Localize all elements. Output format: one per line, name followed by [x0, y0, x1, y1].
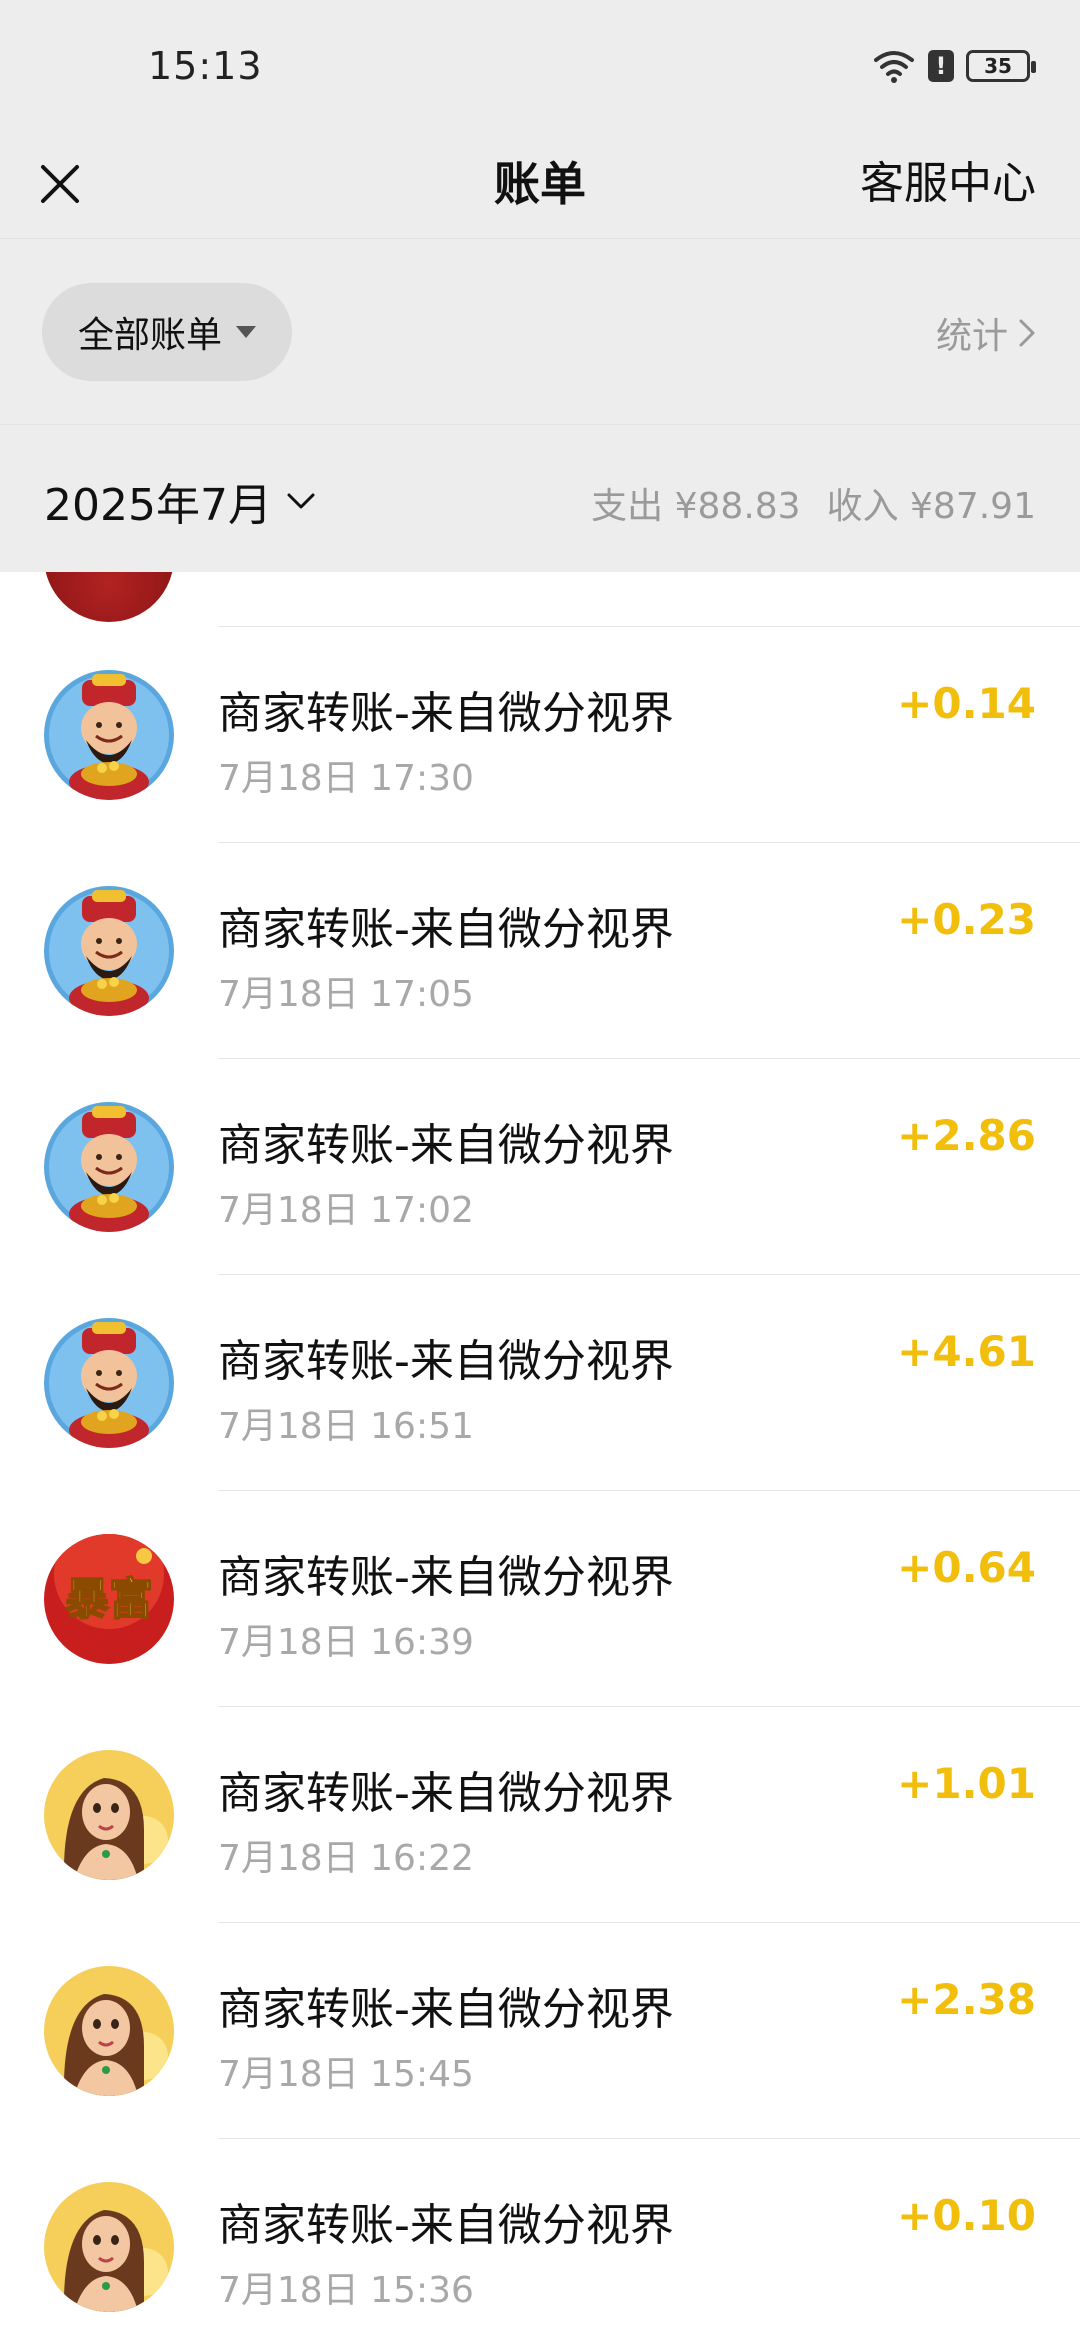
transaction-list[interactable]: 商家转账-来自微分视界 7月18日 17:30 +0.14 商家转账-来自微分视界 7…: [0, 572, 1080, 2340]
stats-label: 统计: [935, 316, 1008, 357]
transaction-row[interactable]: 商家转账-来自微分视界 7月18日 16:22 +1.01: [0, 1707, 1080, 1923]
transaction-row[interactable]: 商家转账-来自微分视界 7月18日 17:30 +0.14: [0, 627, 1080, 843]
wifi-icon: [874, 51, 914, 83]
transaction-row[interactable]: 商家转账-来自微分视界 7月18日 15:45 +2.38: [0, 1923, 1080, 2139]
avatar: [44, 1966, 174, 2096]
month-summary: 支出 ¥88.83 收入 ¥87.91: [591, 477, 1036, 529]
nav-bar: 账单 客服中心: [0, 130, 1080, 238]
status-bar: 15:13 ! 35: [0, 0, 1080, 130]
god-of-wealth-icon: [44, 1102, 174, 1232]
transaction-amount: +2.38: [897, 1975, 1036, 2024]
svg-text:暴富: 暴富: [65, 1574, 153, 1625]
alert-icon: !: [928, 50, 954, 82]
woman-portrait-icon: [44, 1750, 174, 1880]
income-total: 收入 ¥87.91: [826, 486, 1036, 527]
transaction-row[interactable]: 商家转账-来自微分视界 7月18日 15:36 +0.10: [0, 2139, 1080, 2340]
month-header: 2025年7月 支出 ¥88.83 收入 ¥87.91: [0, 424, 1080, 572]
avatar: [44, 670, 174, 800]
chevron-down-icon: [287, 493, 315, 509]
avatar: [44, 2182, 174, 2312]
transaction-time: 7月18日 17:02: [218, 1190, 474, 1231]
status-time: 15:13: [148, 44, 263, 88]
transaction-title: 商家转账-来自微分视界: [218, 688, 674, 739]
transaction-row[interactable]: 暴富 商家转账-来自微分视界 7月18日 16:39 +0.64: [0, 1491, 1080, 1707]
transaction-title: 商家转账-来自微分视界: [218, 1120, 674, 1171]
battery-level: 35: [984, 54, 1012, 78]
transaction-title: 商家转账-来自微分视界: [218, 1336, 674, 1387]
avatar: [44, 1102, 174, 1232]
woman-portrait-icon: [44, 2182, 174, 2312]
transaction-row[interactable]: 商家转账-来自微分视界 7月18日 16:51 +4.61: [0, 1275, 1080, 1491]
battery-icon: 35: [966, 50, 1036, 82]
avatar: [44, 886, 174, 1016]
bill-filter-dropdown[interactable]: 全部账单: [42, 283, 292, 381]
transaction-time: 7月18日 16:22: [218, 1838, 474, 1879]
woman-portrait-icon: [44, 1966, 174, 2096]
stats-link[interactable]: 统计: [936, 307, 1036, 359]
transaction-amount: +0.10: [897, 2191, 1036, 2240]
transaction-time: 7月18日 15:45: [218, 2054, 474, 2095]
transaction-time: 7月18日 16:51: [218, 1406, 474, 1447]
transaction-amount: +0.64: [897, 1543, 1036, 1592]
month-selector[interactable]: 2025年7月: [44, 469, 316, 533]
customer-service-link[interactable]: 客服中心: [860, 148, 1036, 220]
caret-down-icon: [236, 326, 256, 338]
transaction-time: 7月18日 17:05: [218, 974, 474, 1015]
transaction-amount: +2.86: [897, 1111, 1036, 1160]
status-icons: ! 35: [872, 44, 1036, 88]
avatar: [44, 1750, 174, 1880]
god-of-wealth-icon: [44, 670, 174, 800]
avatar: [44, 572, 174, 622]
transaction-row[interactable]: 商家转账-来自微分视界 7月18日 17:05 +0.23: [0, 843, 1080, 1059]
month-label: 2025年7月: [44, 480, 272, 531]
transaction-title: 商家转账-来自微分视界: [218, 1984, 674, 2035]
bill-filter-label: 全部账单: [77, 315, 222, 356]
god-of-wealth-icon: [44, 886, 174, 1016]
transaction-amount: +0.23: [897, 895, 1036, 944]
transaction-title: 商家转账-来自微分视界: [218, 2200, 674, 2251]
filter-bar: 全部账单 统计: [0, 238, 1080, 424]
transaction-time: 7月18日 16:39: [218, 1622, 474, 1663]
transaction-time: 7月18日 15:36: [218, 2270, 474, 2311]
transaction-title: 商家转账-来自微分视界: [218, 1768, 674, 1819]
avatar: 暴富: [44, 1534, 174, 1664]
transaction-title: 商家转账-来自微分视界: [218, 904, 674, 955]
transaction-title: 商家转账-来自微分视界: [218, 1552, 674, 1603]
transaction-amount: +1.01: [897, 1759, 1036, 1808]
transaction-amount: +4.61: [897, 1327, 1036, 1376]
baofu-icon: 暴富: [44, 1534, 174, 1664]
god-of-wealth-icon: [44, 1318, 174, 1448]
chevron-right-icon: [1019, 319, 1035, 347]
transaction-amount: +0.14: [897, 679, 1036, 728]
expense-total: 支出 ¥88.83: [591, 486, 801, 527]
transaction-time: 7月18日 17:30: [218, 758, 474, 799]
avatar: [44, 1318, 174, 1448]
transaction-row[interactable]: 商家转账-来自微分视界 7月18日 17:02 +2.86: [0, 1059, 1080, 1275]
